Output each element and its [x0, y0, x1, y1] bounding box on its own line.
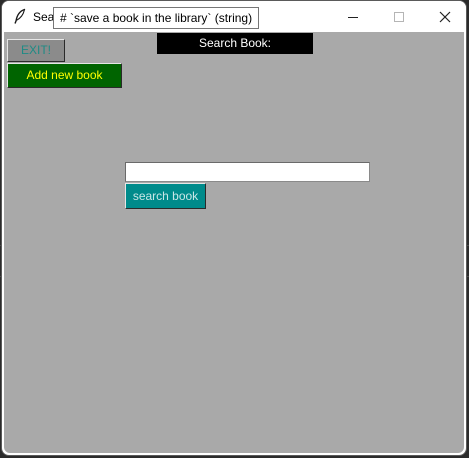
maximize-icon [394, 12, 404, 22]
search-book-button[interactable]: search book [125, 183, 206, 209]
add-new-book-button[interactable]: Add new book [7, 63, 122, 88]
tooltip: # `save a book in the library` (string) [53, 7, 260, 29]
minimize-icon [348, 17, 358, 18]
minimize-button[interactable] [330, 1, 376, 32]
close-icon [439, 11, 451, 23]
maximize-button[interactable] [376, 1, 422, 32]
search-input[interactable] [125, 162, 370, 182]
exit-button[interactable]: EXIT! [7, 39, 65, 62]
app-window: Search Book Search Book: EXIT! Add new b… [1, 0, 467, 456]
close-button[interactable] [422, 1, 466, 32]
feather-icon [12, 8, 28, 24]
search-book-heading: Search Book: [157, 33, 313, 54]
main-panel: Search Book: EXIT! Add new book search b… [4, 32, 464, 453]
